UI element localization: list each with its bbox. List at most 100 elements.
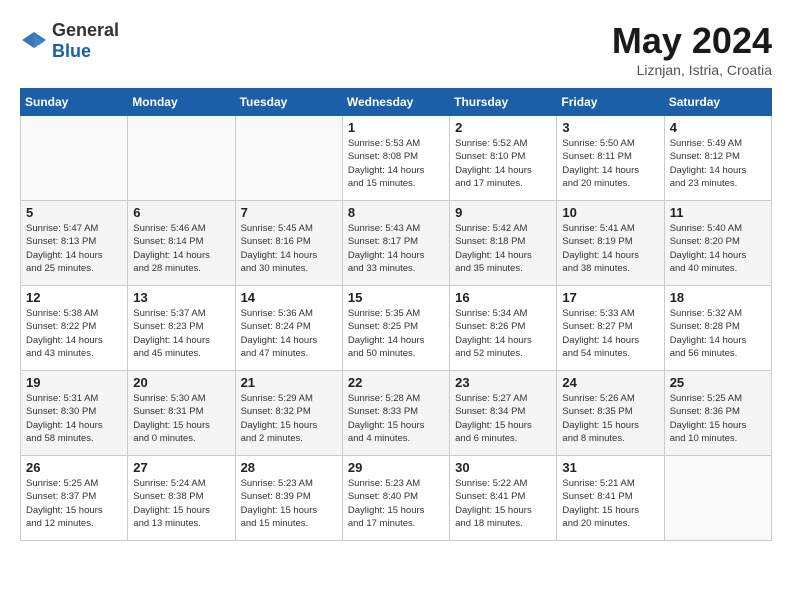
cell-info: Sunrise: 5:30 AMSunset: 8:31 PMDaylight:… [133,392,229,445]
cell-info: Sunrise: 5:27 AMSunset: 8:34 PMDaylight:… [455,392,551,445]
weekday-header: Sunday [21,89,128,116]
calendar-header: SundayMondayTuesdayWednesdayThursdayFrid… [21,89,772,116]
cell-info: Sunrise: 5:24 AMSunset: 8:38 PMDaylight:… [133,477,229,530]
day-number: 1 [348,120,444,135]
day-number: 23 [455,375,551,390]
weekday-header: Thursday [450,89,557,116]
logo: General Blue [20,20,119,62]
calendar-cell: 26 Sunrise: 5:25 AMSunset: 8:37 PMDayligh… [21,456,128,541]
calendar-cell: 25Sunrise: 5:25 AMSunset: 8:36 PMDayligh… [664,371,771,456]
calendar-body: 1 Sunrise: 5:53 AMSunset: 8:08 PMDaylight… [21,116,772,541]
day-number: 21 [241,375,337,390]
calendar-week-row: 19Sunrise: 5:31 AMSunset: 8:30 PMDayligh… [21,371,772,456]
calendar-cell: 2Sunrise: 5:52 AMSunset: 8:10 PMDaylight… [450,116,557,201]
cell-info: Sunrise: 5:47 AMSunset: 8:13 PMDaylight:… [26,222,122,275]
weekday-header: Saturday [664,89,771,116]
calendar-week-row: 12 Sunrise: 5:38 AMSunset: 8:22 PMDayligh… [21,286,772,371]
day-number: 10 [562,205,658,220]
calendar-cell: 18 Sunrise: 5:32 AMSunset: 8:28 PMDayligh… [664,286,771,371]
calendar-cell: 24 Sunrise: 5:26 AMSunset: 8:35 PMDayligh… [557,371,664,456]
calendar-cell: 20Sunrise: 5:30 AMSunset: 8:31 PMDayligh… [128,371,235,456]
cell-info: Sunrise: 5:53 AMSunset: 8:08 PMDaylight:… [348,137,444,190]
cell-info: Sunrise: 5:21 AMSunset: 8:41 PMDaylight:… [562,477,658,530]
calendar-table: SundayMondayTuesdayWednesdayThursdayFrid… [20,88,772,541]
title-block: May 2024 Liznjan, Istria, Croatia [612,20,772,78]
cell-info: Sunrise: 5:22 AMSunset: 8:41 PMDaylight:… [455,477,551,530]
calendar-cell: 29 Sunrise: 5:23 AMSunset: 8:40 PMDayligh… [342,456,449,541]
calendar-cell [664,456,771,541]
cell-info: Sunrise: 5:32 AMSunset: 8:28 PMDaylight:… [670,307,766,360]
calendar-cell: 15 Sunrise: 5:35 AMSunset: 8:25 PMDayligh… [342,286,449,371]
day-number: 15 [348,290,444,305]
calendar-week-row: 26 Sunrise: 5:25 AMSunset: 8:37 PMDayligh… [21,456,772,541]
day-number: 24 [562,375,658,390]
calendar-cell: 12 Sunrise: 5:38 AMSunset: 8:22 PMDayligh… [21,286,128,371]
calendar-cell [235,116,342,201]
day-number: 4 [670,120,766,135]
day-number: 16 [455,290,551,305]
day-number: 27 [133,460,229,475]
calendar-cell: 11 Sunrise: 5:40 AMSunset: 8:20 PMDayligh… [664,201,771,286]
cell-info: Sunrise: 5:23 AMSunset: 8:40 PMDaylight:… [348,477,444,530]
calendar-cell: 22 Sunrise: 5:28 AMSunset: 8:33 PMDayligh… [342,371,449,456]
day-number: 22 [348,375,444,390]
calendar-week-row: 1 Sunrise: 5:53 AMSunset: 8:08 PMDaylight… [21,116,772,201]
cell-info: Sunrise: 5:50 AMSunset: 8:11 PMDaylight:… [562,137,658,190]
calendar-cell: 17 Sunrise: 5:33 AMSunset: 8:27 PMDayligh… [557,286,664,371]
cell-info: Sunrise: 5:41 AMSunset: 8:19 PMDaylight:… [562,222,658,275]
day-number: 25 [670,375,766,390]
logo-general: General [52,20,119,40]
cell-info: Sunrise: 5:26 AMSunset: 8:35 PMDaylight:… [562,392,658,445]
calendar-cell: 28Sunrise: 5:23 AMSunset: 8:39 PMDayligh… [235,456,342,541]
cell-info: Sunrise: 5:38 AMSunset: 8:22 PMDaylight:… [26,307,122,360]
weekday-header: Monday [128,89,235,116]
weekday-row: SundayMondayTuesdayWednesdayThursdayFrid… [21,89,772,116]
day-number: 30 [455,460,551,475]
day-number: 31 [562,460,658,475]
page-header: General Blue May 2024 Liznjan, Istria, C… [20,20,772,78]
weekday-header: Friday [557,89,664,116]
day-number: 13 [133,290,229,305]
cell-info: Sunrise: 5:28 AMSunset: 8:33 PMDaylight:… [348,392,444,445]
cell-info: Sunrise: 5:49 AMSunset: 8:12 PMDaylight:… [670,137,766,190]
month-title: May 2024 [612,20,772,62]
calendar-cell: 1 Sunrise: 5:53 AMSunset: 8:08 PMDaylight… [342,116,449,201]
logo-blue: Blue [52,41,91,61]
location: Liznjan, Istria, Croatia [612,62,772,78]
cell-info: Sunrise: 5:42 AMSunset: 8:18 PMDaylight:… [455,222,551,275]
day-number: 2 [455,120,551,135]
cell-info: Sunrise: 5:36 AMSunset: 8:24 PMDaylight:… [241,307,337,360]
cell-info: Sunrise: 5:33 AMSunset: 8:27 PMDaylight:… [562,307,658,360]
calendar-cell: 30 Sunrise: 5:22 AMSunset: 8:41 PMDayligh… [450,456,557,541]
calendar-cell: 5Sunrise: 5:47 AMSunset: 8:13 PMDaylight… [21,201,128,286]
calendar-cell: 27 Sunrise: 5:24 AMSunset: 8:38 PMDayligh… [128,456,235,541]
calendar-cell: 13 Sunrise: 5:37 AMSunset: 8:23 PMDayligh… [128,286,235,371]
day-number: 29 [348,460,444,475]
day-number: 12 [26,290,122,305]
cell-info: Sunrise: 5:34 AMSunset: 8:26 PMDaylight:… [455,307,551,360]
calendar-cell: 31 Sunrise: 5:21 AMSunset: 8:41 PMDayligh… [557,456,664,541]
calendar-cell: 23 Sunrise: 5:27 AMSunset: 8:34 PMDayligh… [450,371,557,456]
day-number: 17 [562,290,658,305]
calendar-cell [128,116,235,201]
cell-info: Sunrise: 5:37 AMSunset: 8:23 PMDaylight:… [133,307,229,360]
day-number: 18 [670,290,766,305]
calendar-cell: 3Sunrise: 5:50 AMSunset: 8:11 PMDaylight… [557,116,664,201]
calendar-cell [21,116,128,201]
day-number: 11 [670,205,766,220]
calendar-cell: 7Sunrise: 5:45 AMSunset: 8:16 PMDaylight… [235,201,342,286]
cell-info: Sunrise: 5:40 AMSunset: 8:20 PMDaylight:… [670,222,766,275]
calendar-cell: 8Sunrise: 5:43 AMSunset: 8:17 PMDaylight… [342,201,449,286]
cell-info: Sunrise: 5:46 AMSunset: 8:14 PMDaylight:… [133,222,229,275]
logo-text: General Blue [52,20,119,62]
calendar-cell: 16 Sunrise: 5:34 AMSunset: 8:26 PMDayligh… [450,286,557,371]
cell-info: Sunrise: 5:43 AMSunset: 8:17 PMDaylight:… [348,222,444,275]
calendar-cell: 6Sunrise: 5:46 AMSunset: 8:14 PMDaylight… [128,201,235,286]
cell-info: Sunrise: 5:25 AMSunset: 8:37 PMDaylight:… [26,477,122,530]
calendar-cell: 10 Sunrise: 5:41 AMSunset: 8:19 PMDayligh… [557,201,664,286]
calendar-cell: 19Sunrise: 5:31 AMSunset: 8:30 PMDayligh… [21,371,128,456]
day-number: 26 [26,460,122,475]
calendar-cell: 21Sunrise: 5:29 AMSunset: 8:32 PMDayligh… [235,371,342,456]
calendar-week-row: 5Sunrise: 5:47 AMSunset: 8:13 PMDaylight… [21,201,772,286]
cell-info: Sunrise: 5:35 AMSunset: 8:25 PMDaylight:… [348,307,444,360]
